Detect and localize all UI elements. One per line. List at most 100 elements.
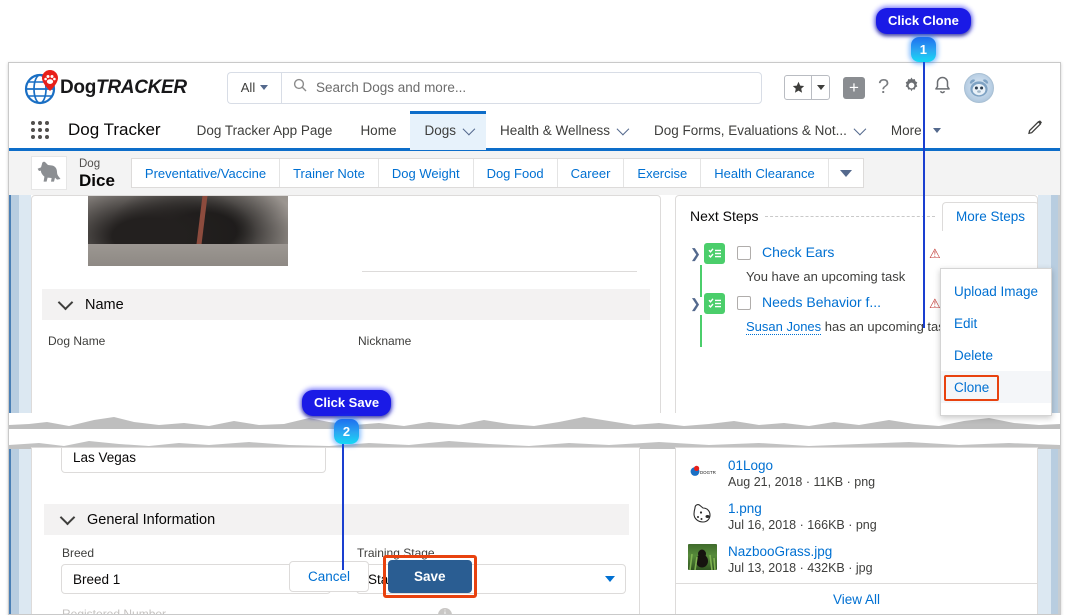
record-tab-dog-food[interactable]: Dog Food (474, 159, 558, 187)
record-tab-preventative-vaccine[interactable]: Preventative/Vaccine (132, 159, 281, 187)
name-section-header[interactable]: Name (42, 289, 650, 320)
help-icon[interactable]: ? (878, 76, 889, 99)
task-checkbox[interactable] (737, 296, 751, 310)
file-name[interactable]: 01Logo (728, 458, 875, 474)
form-action-row: Cancel Save (289, 555, 477, 598)
next-step-item-1[interactable]: ❯ Check Ears (690, 243, 834, 264)
favorites-dropdown-icon[interactable] (811, 76, 829, 99)
city-value: Las Vegas (73, 450, 137, 465)
save-button[interactable]: Save (388, 560, 472, 593)
detail-panel-upper: Name Dog Name Nickname Next Steps More S… (31, 195, 1038, 420)
chevron-right-icon[interactable]: ❯ (690, 296, 704, 312)
chevron-down-icon (59, 509, 76, 526)
alert-icon: ⚠ (929, 246, 941, 261)
file-list-item[interactable]: DOGTRACKER 01Logo Aug 21, 2018 · 11KB · … (688, 458, 875, 491)
dropdown-item-upload-image[interactable]: Upload Image (941, 275, 1051, 307)
bell-icon[interactable] (934, 76, 951, 100)
record-tab-dog-weight[interactable]: Dog Weight (379, 159, 474, 187)
nav-item-label: Home (360, 122, 397, 138)
nav-item-home[interactable]: Home (346, 111, 410, 150)
dog-line-drawing-thumb-icon (688, 501, 717, 527)
search-icon (293, 78, 307, 97)
chevron-down-icon (616, 122, 630, 135)
file-list-item[interactable]: NazbooGrass.jpg Jul 13, 2018 · 432KB · j… (688, 544, 873, 577)
info-icon[interactable]: i (438, 608, 452, 614)
next-step-title[interactable]: Needs Behavior f... (762, 294, 881, 310)
file-meta: Jul 16, 2018 · 166KB · png (728, 518, 877, 532)
dog-detail-card: Name Dog Name Nickname (31, 195, 661, 420)
general-information-section-header[interactable]: General Information (44, 504, 629, 535)
triangle-down-icon (932, 127, 941, 133)
chevron-down-icon (57, 294, 74, 311)
next-step-actor-link[interactable]: Susan Jones (746, 319, 822, 335)
cancel-button[interactable]: Cancel (289, 561, 370, 592)
record-tab-overflow-button[interactable] (829, 159, 863, 187)
chevron-down-icon (260, 85, 269, 90)
search-scope-select[interactable]: All (227, 71, 281, 104)
nav-item-more[interactable]: More (877, 111, 955, 150)
avatar[interactable] (964, 72, 995, 103)
nav-item-dog-tracker-app-page[interactable]: Dog Tracker App Page (183, 111, 347, 150)
detail-panel-lower: Las Vegas General Information Breed Bree… (31, 447, 1038, 615)
dogtracker-logo-thumb-icon: DOGTRACKER (688, 458, 717, 484)
next-step-subtitle-1: You have an upcoming task (746, 269, 906, 284)
city-input[interactable]: Las Vegas (61, 448, 326, 473)
nav-item-list: Dog Tracker App Page Home Dogs Health & … (183, 110, 955, 150)
file-list-item[interactable]: 1.png Jul 16, 2018 · 166KB · png (688, 501, 877, 534)
app-name-label: Dog Tracker (68, 120, 161, 139)
next-steps-title: Next Steps (690, 208, 759, 224)
nav-item-label: Dogs (424, 122, 456, 138)
breed-label: Breed (62, 546, 95, 560)
record-actions-dropdown: Upload Image Edit Delete Clone (940, 268, 1052, 416)
view-all-files-button[interactable]: View All (676, 583, 1037, 614)
save-button-highlight: Save (383, 555, 477, 598)
application-window: DogTRACKER All Search Dogs and more... +… (8, 62, 1061, 615)
nav-item-label: Health & Wellness (499, 122, 611, 138)
logo-wordmark: DogTRACKER (60, 77, 187, 99)
next-step-subtitle-text: has an upcoming task (821, 319, 952, 334)
header-icon-group: + ? (784, 72, 995, 103)
logo-text-tracker: TRACKER (96, 76, 187, 98)
record-tab-exercise[interactable]: Exercise (624, 159, 702, 187)
registered-number-label: Registered Number (62, 607, 167, 615)
callout-1: Click Clone 1 (876, 8, 971, 62)
app-launcher-icon[interactable] (31, 121, 49, 139)
search-box[interactable] (281, 71, 762, 104)
dropdown-item-edit[interactable]: Edit (941, 307, 1051, 339)
name-section-title: Name (85, 296, 124, 313)
pencil-icon[interactable] (1027, 119, 1044, 141)
screenshot-root: Click Clone 1 DogTRACKER All Search Dogs… (0, 0, 1069, 615)
global-header: DogTRACKER All Search Dogs and more... +… (9, 63, 1060, 112)
more-steps-button[interactable]: More Steps (941, 201, 1037, 231)
nav-item-dog-forms-evaluations[interactable]: Dog Forms, Evaluations & Not... (640, 111, 877, 150)
app-logo[interactable]: DogTRACKER (23, 68, 219, 108)
next-step-title[interactable]: Check Ears (762, 244, 834, 260)
chevron-down-icon (462, 122, 476, 135)
add-icon[interactable]: + (843, 76, 865, 99)
gear-icon[interactable] (902, 76, 921, 100)
record-tab-trainer-note[interactable]: Trainer Note (280, 159, 379, 187)
nav-item-dogs[interactable]: Dogs (410, 110, 486, 150)
dropdown-item-delete[interactable]: Delete (941, 339, 1051, 371)
callout-2-label: Click Save (302, 390, 392, 416)
next-step-item-2[interactable]: ❯ Needs Behavior f... (690, 293, 881, 314)
file-text: 1.png Jul 16, 2018 · 166KB · png (728, 501, 877, 534)
chevron-right-icon[interactable]: ❯ (690, 246, 704, 262)
record-meta: Dog Dice (79, 157, 115, 190)
breed-value: Breed 1 (73, 571, 121, 587)
favorites-button[interactable] (784, 75, 830, 100)
file-name[interactable]: NazbooGrass.jpg (728, 544, 873, 560)
search-input[interactable] (316, 80, 736, 95)
triangle-down-icon (839, 169, 852, 177)
file-name[interactable]: 1.png (728, 501, 877, 517)
nickname-label: Nickname (358, 334, 412, 348)
record-tab-health-clearance[interactable]: Health Clearance (701, 159, 829, 187)
nav-item-health-wellness[interactable]: Health & Wellness (486, 111, 640, 150)
dropdown-item-clone[interactable]: Clone (941, 371, 1051, 403)
record-tab-career[interactable]: Career (558, 159, 625, 187)
field-divider (362, 271, 637, 272)
record-body: Name Dog Name Nickname Next Steps More S… (9, 195, 1060, 615)
callout-2-number: 2 (334, 419, 360, 444)
task-checkbox[interactable] (737, 246, 751, 260)
search-scope-label: All (240, 80, 256, 95)
